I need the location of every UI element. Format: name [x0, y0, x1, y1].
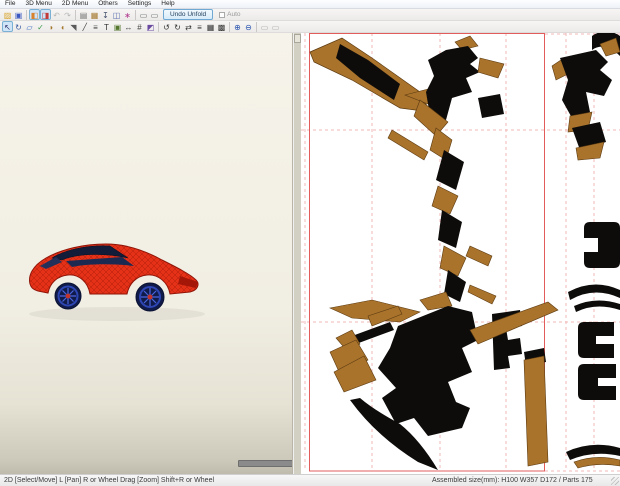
edit-flap-icon[interactable]: ◥ [68, 21, 79, 32]
zoom-out-icon[interactable]: ⊖ [243, 21, 254, 32]
box-select-icon[interactable]: ▱ [24, 21, 35, 32]
rotate-right-icon[interactable]: ↻ [172, 21, 183, 32]
resize-grip[interactable] [611, 477, 619, 485]
menu-file[interactable]: File [0, 0, 20, 8]
menu-settings[interactable]: Settings [123, 0, 157, 8]
rotate-view-icon[interactable]: ↻ [13, 21, 24, 32]
main-toolbar: ▨▣ ◧◨↶↷ ▤▦↧◫∗ ▭▭ Undo Unfold Auto [0, 9, 620, 21]
menu-bar: File 3D Menu 2D Menu Others Settings Hel… [0, 0, 620, 9]
auto-unfold-checkbox[interactable]: Auto [219, 11, 240, 18]
main-area [0, 33, 620, 474]
check-parts-icon[interactable]: ≡ [90, 21, 101, 32]
fit-window-icon: ▭ [259, 21, 270, 32]
rotate-left-icon[interactable]: ↺ [161, 21, 172, 32]
car-rear-wheel [136, 283, 164, 311]
arrange-parts-icon[interactable]: ▦ [205, 21, 216, 32]
flip-part-icon[interactable]: ⇄ [183, 21, 194, 32]
unfold-button[interactable]: Undo Unfold [163, 9, 213, 20]
show-texture-toggle-icon[interactable]: ◧ [29, 9, 40, 20]
move-part-icon[interactable]: ✓ [35, 21, 46, 32]
toolbar-separator [26, 10, 27, 20]
edge-cut-icon[interactable]: ╱ [79, 21, 90, 32]
viewport-2d-pattern[interactable] [301, 33, 620, 474]
edit-toolbar: ↖↻▱✓◗◖◥╱≡T▣↔#◩↺↻⇄≡▦▩⊕⊖▭▭ [0, 21, 620, 33]
add-text-icon[interactable]: T [101, 21, 112, 32]
car-front-wheel [55, 283, 81, 309]
edge-id-icon[interactable]: # [134, 21, 145, 32]
pane-splitter[interactable] [294, 33, 301, 474]
copy-page-icon[interactable]: ◫ [111, 9, 122, 20]
status-bar: 2D [Select/Move] L [Pan] R or Wheel Drag… [0, 474, 620, 486]
unfolded-part-bumper-strip[interactable] [310, 38, 432, 112]
material-icon[interactable]: ◩ [145, 21, 156, 32]
export-icon[interactable]: ▦ [89, 9, 100, 20]
view-3d-window-icon[interactable]: ▭ [138, 9, 149, 20]
viewport-3d[interactable] [0, 33, 293, 474]
auto-unfold-label: Auto [227, 11, 240, 18]
texture-settings-icon[interactable]: ∗ [122, 9, 133, 20]
car-shadow [29, 307, 205, 321]
unfolded-part-floor-pan[interactable] [330, 292, 558, 470]
toolbar-separator [135, 10, 136, 20]
import-icon[interactable]: ↧ [100, 9, 111, 20]
view-2d-window-icon[interactable]: ▭ [149, 9, 160, 20]
checkbox-box[interactable] [219, 12, 225, 18]
toolbar-separator [229, 22, 230, 32]
menu-3d-menu[interactable]: 3D Menu [20, 0, 56, 8]
toolbar-separator [158, 22, 159, 32]
join-part-icon[interactable]: ◖ [57, 21, 68, 32]
open-file-icon[interactable]: ▨ [2, 9, 13, 20]
menu-others[interactable]: Others [93, 0, 123, 8]
divide-part-icon[interactable]: ◗ [46, 21, 57, 32]
zoom-in-icon[interactable]: ⊕ [232, 21, 243, 32]
menu-help[interactable]: Help [156, 0, 179, 8]
menu-2d-menu[interactable]: 2D Menu [57, 0, 93, 8]
status-assembled-size: Assembled size(mm): H100 W357 D172 / Par… [432, 477, 593, 484]
save-file-icon[interactable]: ▣ [13, 9, 24, 20]
unfolded-part-right-column[interactable] [552, 33, 620, 468]
redo-icon: ↷ [62, 9, 73, 20]
add-image-icon[interactable]: ▣ [112, 21, 123, 32]
splitter-scroll-button[interactable] [294, 34, 301, 43]
toolbar-separator [75, 10, 76, 20]
undo-icon: ↶ [51, 9, 62, 20]
status-hint-text: 2D [Select/Move] L [Pan] R or Wheel Drag… [4, 477, 214, 484]
toolbar-separator [256, 22, 257, 32]
actual-size-icon: ▭ [270, 21, 281, 32]
show-flaps-toggle-icon[interactable]: ◨ [40, 9, 51, 20]
print-icon[interactable]: ▤ [78, 9, 89, 20]
pack-pages-icon[interactable]: ▩ [216, 21, 227, 32]
car-model-3d[interactable] [22, 236, 207, 336]
app-window: File 3D Menu 2D Menu Others Settings Hel… [0, 0, 620, 486]
select-move-icon[interactable]: ↖ [2, 21, 13, 32]
pattern-canvas [301, 33, 620, 474]
viewport-3d-hscrollbar-thumb[interactable] [238, 460, 293, 467]
align-parts-icon[interactable]: ≡ [194, 21, 205, 32]
measure-icon[interactable]: ↔ [123, 21, 134, 32]
